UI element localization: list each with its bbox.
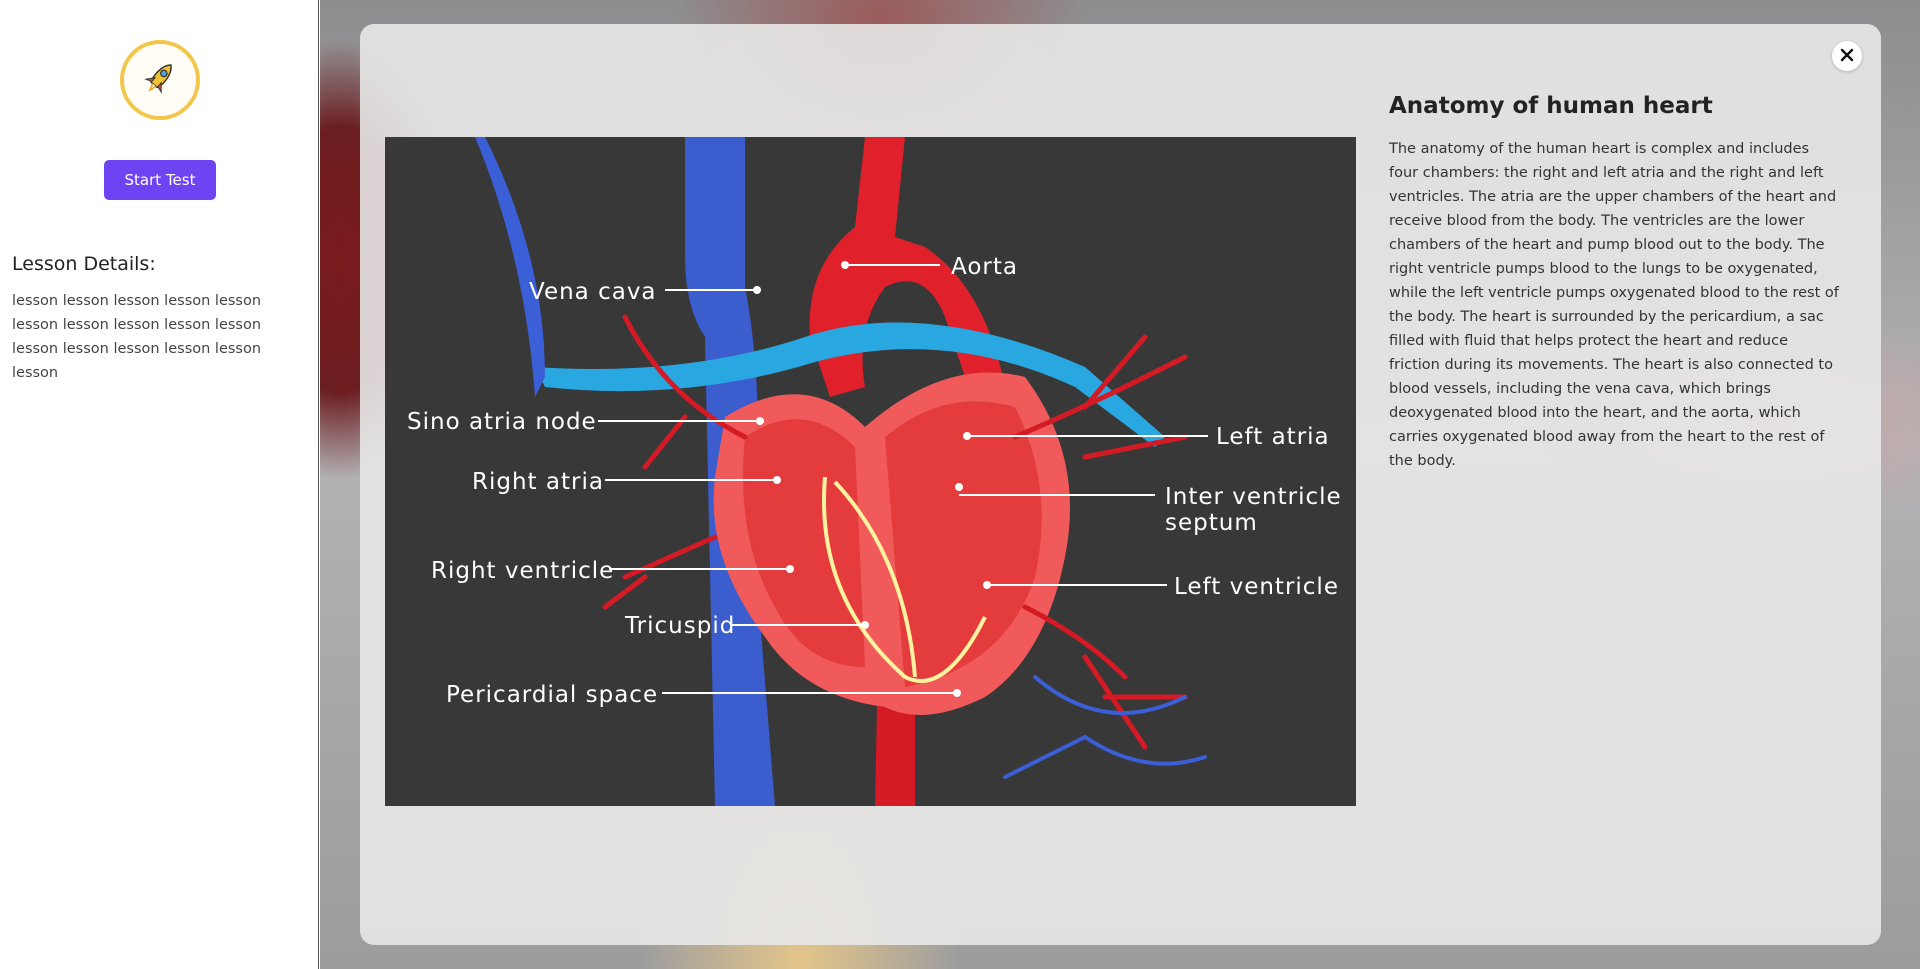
label-left-ventricle: Left ventricle bbox=[1174, 574, 1339, 600]
label-tricuspid: Tricuspid bbox=[624, 613, 735, 639]
label-pericardial-space: Pericardial space bbox=[446, 682, 658, 708]
article-title: Anatomy of human heart bbox=[1389, 93, 1713, 119]
heart-anatomy-diagram: Aorta Vena cava Sino atria node Right at… bbox=[385, 137, 1356, 806]
lesson-details-text: lesson lesson lesson lesson lesson lesso… bbox=[12, 293, 262, 381]
label-vena-cava: Vena cava bbox=[529, 279, 657, 305]
article-description: The anatomy of the human heart is comple… bbox=[1389, 141, 1839, 469]
rocket-icon bbox=[139, 57, 181, 104]
sidebar: Start Test Lesson Details: lesson lesson… bbox=[0, 0, 319, 969]
label-aorta: Aorta bbox=[951, 254, 1018, 280]
label-inter-ventricle: Inter ventricle bbox=[1165, 484, 1342, 510]
left-vein-branch bbox=[475, 137, 545, 397]
label-right-ventricle: Right ventricle bbox=[431, 558, 614, 584]
label-septum: septum bbox=[1165, 510, 1258, 536]
label-sino-atria-node: Sino atria node bbox=[407, 409, 597, 435]
label-left-atria: Left atria bbox=[1216, 424, 1330, 450]
label-right-atria: Right atria bbox=[472, 469, 604, 495]
start-test-button[interactable]: Start Test bbox=[104, 160, 216, 200]
lesson-details-title: Lesson Details: bbox=[12, 253, 156, 275]
close-icon bbox=[1840, 48, 1854, 65]
logo bbox=[120, 40, 200, 120]
close-button[interactable] bbox=[1832, 41, 1862, 71]
